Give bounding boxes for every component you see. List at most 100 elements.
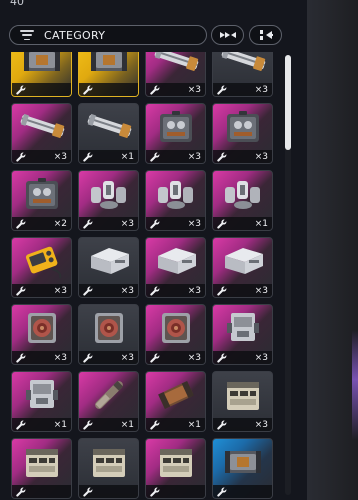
slot-footer: ×3 — [12, 284, 71, 297]
wrench-icon — [83, 420, 93, 430]
inventory-slot[interactable]: ×3 — [11, 103, 72, 164]
slot-footer — [12, 485, 71, 498]
case-item-icon — [152, 108, 200, 146]
slot-quantity: ×3 — [187, 151, 201, 162]
inventory-scrollbar[interactable] — [285, 55, 291, 495]
slot-footer: ×3 — [146, 83, 205, 96]
inventory-slot[interactable] — [145, 438, 206, 499]
rail-item-icon — [219, 52, 267, 79]
box-item-icon — [152, 242, 200, 280]
slot-footer: ×1 — [12, 418, 71, 431]
slot-quantity: ×3 — [187, 84, 201, 95]
coil-item-icon — [85, 309, 133, 347]
inventory-slot[interactable]: ×3 — [212, 371, 273, 432]
wrench-icon — [16, 487, 26, 497]
inventory-slot[interactable] — [11, 52, 72, 97]
slot-quantity: ×2 — [53, 218, 67, 229]
inventory-slot[interactable]: ×3 — [212, 237, 273, 298]
canister-item-icon — [85, 52, 133, 79]
wrench-icon — [83, 85, 93, 95]
slot-quantity: ×3 — [187, 352, 201, 363]
parts-item-icon — [85, 175, 133, 213]
slot-footer: ×1 — [79, 150, 138, 163]
slot-footer: ×3 — [146, 284, 205, 297]
inventory-slot[interactable]: ×3 — [212, 304, 273, 365]
box-item-icon — [219, 242, 267, 280]
sort-direction-button[interactable] — [211, 25, 244, 45]
inventory-slot[interactable]: ×3 — [145, 304, 206, 365]
inventory-slot[interactable]: ×3 — [212, 52, 273, 97]
filter-lines-icon — [20, 30, 34, 40]
inventory-slot[interactable]: ×3 — [145, 52, 206, 97]
canister-item-icon — [219, 443, 267, 481]
inventory-slot[interactable]: ×3 — [145, 103, 206, 164]
slot-footer: ×1 — [146, 418, 205, 431]
slot-footer: ×1 — [213, 217, 272, 230]
inventory-slot[interactable] — [78, 52, 139, 97]
inventory-slot[interactable]: ×3 — [11, 304, 72, 365]
panel-item-icon — [85, 443, 133, 481]
slot-footer: ×3 — [146, 351, 205, 364]
category-filter-label: CATEGORY — [44, 28, 106, 42]
wrench-icon — [16, 152, 26, 162]
inventory-slot[interactable]: ×3 — [145, 170, 206, 231]
inventory-slot[interactable]: ×3 — [145, 237, 206, 298]
gadget-item-icon — [18, 242, 66, 280]
inventory-slot[interactable]: ×3 — [212, 103, 273, 164]
slot-footer — [146, 485, 205, 498]
wrench-icon — [150, 286, 160, 296]
slot-quantity: ×3 — [254, 285, 268, 296]
case-item-icon — [219, 108, 267, 146]
slot-quantity: ×3 — [53, 285, 67, 296]
wrench-icon — [16, 353, 26, 363]
inventory-slot[interactable]: ×2 — [11, 170, 72, 231]
inventory-grid: ×3 ×3 ×3 ×1 ×3 ×3 ×2 ×3 ×3 ×1 ×3 ×3 ×3 ×3 ×3 ×3 ×3 ×3 ×1 ×1… — [11, 52, 273, 499]
parts-item-icon — [219, 175, 267, 213]
slot-footer — [12, 83, 71, 96]
inventory-slot[interactable]: ×3 — [78, 237, 139, 298]
wrench-icon — [83, 353, 93, 363]
inventory-slot[interactable]: ×3 — [78, 304, 139, 365]
inventory-slot[interactable]: ×3 — [11, 237, 72, 298]
slot-quantity: ×3 — [120, 285, 134, 296]
case-item-icon — [18, 175, 66, 213]
slot-footer: ×3 — [213, 284, 272, 297]
wrench-icon — [16, 219, 26, 229]
category-filter-dropdown[interactable]: CATEGORY — [9, 25, 207, 45]
slot-footer: ×3 — [12, 351, 71, 364]
rail-item-icon — [85, 108, 133, 146]
canister-item-icon — [18, 52, 66, 79]
slot-footer — [79, 485, 138, 498]
inventory-slot[interactable]: ×3 — [78, 170, 139, 231]
slot-footer: ×3 — [213, 150, 272, 163]
slot-footer: ×2 — [12, 217, 71, 230]
inventory-slot[interactable]: ×1 — [11, 371, 72, 432]
slot-quantity: ×3 — [254, 419, 268, 430]
inventory-slot[interactable] — [212, 438, 273, 499]
wrench-icon — [150, 487, 160, 497]
slot-footer — [213, 485, 272, 498]
box-item-icon — [85, 242, 133, 280]
slot-footer: ×3 — [79, 284, 138, 297]
inventory-slot[interactable] — [11, 438, 72, 499]
collapse-panel-button[interactable] — [249, 25, 282, 45]
wrench-icon — [217, 487, 227, 497]
inventory-slot[interactable]: ×1 — [78, 371, 139, 432]
slot-quantity: ×3 — [120, 218, 134, 229]
rail-item-icon — [152, 52, 200, 79]
slot-footer: ×3 — [79, 217, 138, 230]
slot-footer: ×3 — [146, 217, 205, 230]
tube-item-icon — [85, 376, 133, 414]
wrench-icon — [217, 420, 227, 430]
slot-quantity: ×3 — [53, 352, 67, 363]
wrench-icon — [217, 353, 227, 363]
inventory-slot[interactable]: ×1 — [212, 170, 273, 231]
slot-quantity: ×3 — [53, 151, 67, 162]
slot-quantity: ×3 — [187, 218, 201, 229]
scrollbar-thumb[interactable] — [285, 55, 291, 150]
inventory-slot[interactable]: ×1 — [145, 371, 206, 432]
inventory-slot[interactable]: ×1 — [78, 103, 139, 164]
wrench-icon — [16, 85, 26, 95]
inventory-slot[interactable] — [78, 438, 139, 499]
slot-footer: ×3 — [213, 83, 272, 96]
